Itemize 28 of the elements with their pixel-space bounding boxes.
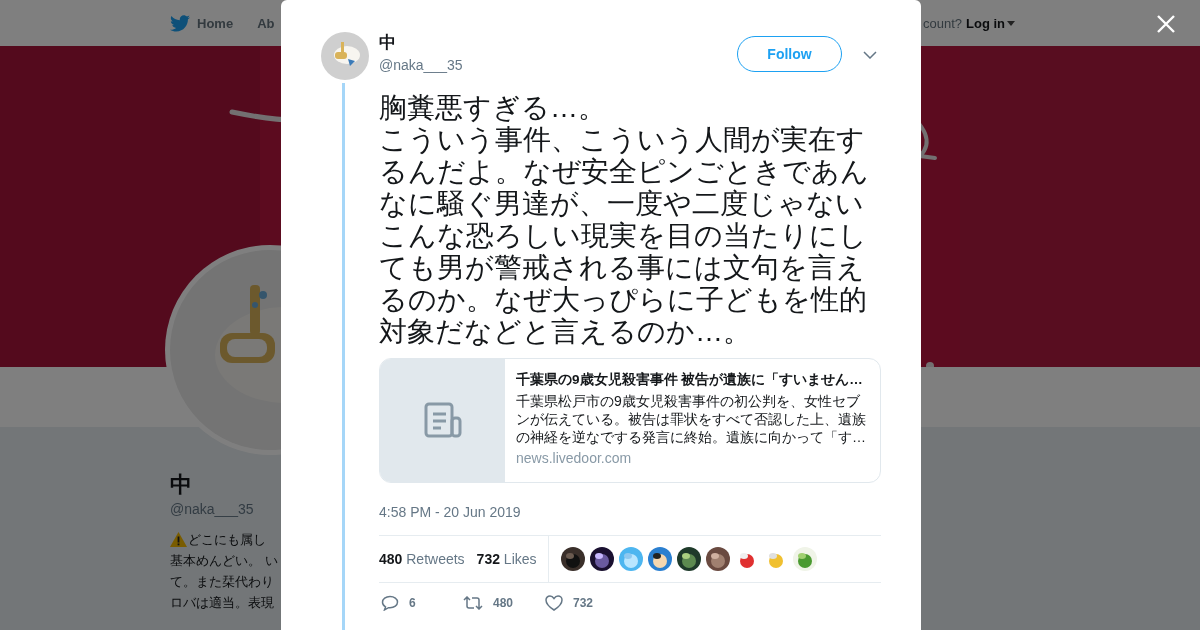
reply-icon: [381, 595, 399, 611]
heart-icon: [545, 595, 563, 611]
link-card[interactable]: 千葉県の9歳女児殺害事件 被告が遺族に「すいません… 千葉県松戸市の9歳女児殺害事件の初公判を、女性セブンが伝えている。被告は罪状をすべて否認した上、遺族の神経を逆なでする発言に終始。遺族に向かって「す… news.livedoor.com: [379, 358, 881, 483]
action-button[interactable]: 732: [545, 595, 625, 611]
card-domain: news.livedoor.com: [516, 450, 633, 466]
card-description: 千葉県松戸市の9歳女児殺害事件の初公判を、女性セブンが伝えている。被告は罪状をすべて否認した上、遺族の神経を逆なでする発言に終始。遺族に向かって「す…: [516, 392, 866, 446]
nav-link[interactable]: Ab: [257, 15, 275, 31]
action-button[interactable]: 6: [381, 595, 461, 611]
tweet-timestamp: 4:58 PM - 20 Jun 2019: [379, 503, 522, 521]
stat-link[interactable]: 480 Retweets: [379, 551, 465, 567]
bio-text: 基本めんどい。 い: [170, 552, 278, 570]
warning-icon: [170, 532, 187, 547]
action-button[interactable]: 480: [463, 595, 543, 611]
profile-handle: @naka___35: [170, 501, 254, 517]
close-icon[interactable]: [1156, 14, 1176, 34]
profile-name: 中: [170, 471, 192, 499]
bird-icon: [170, 14, 190, 32]
login-link[interactable]: Log in: [966, 15, 1015, 31]
account-prompt: count?: [922, 15, 962, 31]
retweet-icon: [463, 596, 483, 610]
bio-text: ロバは適当。表現: [170, 594, 274, 612]
caret-icon: [1007, 20, 1015, 26]
stat-link[interactable]: 732 Likes: [476, 551, 537, 567]
bio-text: て。また栞代わり: [170, 573, 274, 591]
bio-text: どこにも属し: [188, 531, 266, 549]
document-icon: [423, 401, 462, 440]
nav-link[interactable]: Home: [170, 14, 234, 32]
card-title: 千葉県の9歳女児殺害事件 被告が遺族に「すいません…: [516, 371, 864, 389]
